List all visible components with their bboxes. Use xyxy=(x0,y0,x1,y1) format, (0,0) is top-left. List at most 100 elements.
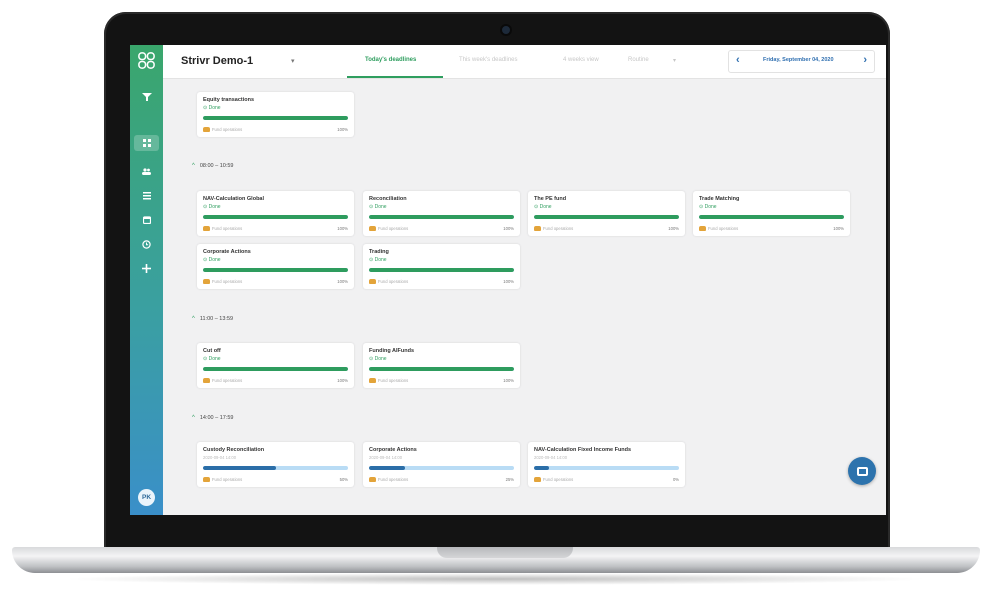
card-percent: 100% xyxy=(503,378,514,383)
task-card[interactable]: Reconciliation ⊙ Done Fund operations 100% xyxy=(363,191,520,236)
active-tab-indicator xyxy=(347,76,443,78)
card-title: Funding AIFunds xyxy=(369,348,415,354)
card-percent: 100% xyxy=(337,226,348,231)
section-header-midday[interactable]: ^ 11:00 – 13:59 xyxy=(192,316,233,322)
task-card[interactable]: Cut off ⊙ Done Fund operations 100% xyxy=(197,343,354,388)
task-card[interactable]: Corporate Actions ⊙ Done Fund operations 10… xyxy=(197,244,354,289)
chevron-up-icon[interactable]: ^ xyxy=(192,163,195,169)
card-title: The PE fund xyxy=(534,196,567,202)
date-picker[interactable]: ‹ Friday, September 04, 2020 › xyxy=(728,50,875,73)
person-icon xyxy=(534,477,541,482)
card-deadline: 2020-09-04 14:00 xyxy=(369,455,403,460)
app-logo-icon[interactable] xyxy=(137,51,156,70)
card-title: Trading xyxy=(369,249,389,255)
tab-routine[interactable]: Routine xyxy=(628,57,649,63)
card-title: Cut off xyxy=(203,348,221,354)
chevron-up-icon[interactable]: ^ xyxy=(192,415,195,421)
section-header-morning[interactable]: ^ 08:00 – 10:59 xyxy=(192,163,233,169)
sidebar: PK xyxy=(130,45,163,515)
card-title: NAV-Calculation Global xyxy=(203,196,265,202)
tab-this-weeks-deadlines[interactable]: This week's deadlines xyxy=(459,57,518,63)
dashboard-icon[interactable] xyxy=(134,135,159,151)
progress-fill xyxy=(369,268,514,272)
person-icon xyxy=(203,127,210,132)
clock-icon[interactable] xyxy=(130,236,163,252)
card-percent: 100% xyxy=(337,279,348,284)
users-icon[interactable] xyxy=(130,163,163,179)
list-icon[interactable] xyxy=(130,188,163,204)
task-card[interactable]: Trade Matching ⊙ Done Fund operations 100% xyxy=(693,191,850,236)
card-owner: Fund operations xyxy=(543,226,574,231)
status-done: ⊙ Done xyxy=(699,204,717,210)
card-owner: Fund operations xyxy=(212,279,243,284)
person-icon xyxy=(369,226,376,231)
progress-bar xyxy=(369,466,514,470)
plus-icon[interactable] xyxy=(130,260,163,276)
person-icon xyxy=(203,477,210,482)
chat-button[interactable] xyxy=(848,457,876,485)
status-done: ⊙ Done xyxy=(369,356,387,362)
progress-fill xyxy=(369,466,406,470)
task-card[interactable]: Trading ⊙ Done Fund operations 100% xyxy=(363,244,520,289)
filter-icon[interactable] xyxy=(130,89,163,105)
person-icon xyxy=(203,378,210,383)
person-icon xyxy=(534,226,541,231)
app-title[interactable]: Strivr Demo-1 xyxy=(181,55,253,67)
card-percent: 50% xyxy=(339,477,348,482)
progress-fill xyxy=(203,367,348,371)
card-owner: Fund operations xyxy=(378,279,409,284)
section-label: 08:00 – 10:59 xyxy=(199,163,234,169)
card-percent: 100% xyxy=(337,378,348,383)
chevron-up-icon[interactable]: ^ xyxy=(192,316,195,322)
task-card[interactable]: Equity transactions ⊙ Done Fund operations… xyxy=(197,92,354,137)
card-owner: Fund operations xyxy=(378,477,409,482)
person-icon xyxy=(203,279,210,284)
avatar[interactable]: PK xyxy=(138,489,155,506)
routine-dropdown-icon[interactable]: ▾ xyxy=(673,57,676,64)
progress-bar xyxy=(203,466,348,470)
progress-bar xyxy=(699,215,844,219)
progress-fill xyxy=(203,116,348,120)
card-percent: 100% xyxy=(833,226,844,231)
calendar-icon[interactable] xyxy=(130,212,163,228)
chevron-right-icon[interactable]: › xyxy=(863,54,867,66)
chat-icon xyxy=(856,466,868,476)
card-deadline: 2020-09-04 14:00 xyxy=(534,455,568,460)
task-card[interactable]: NAV-Calculation Global ⊙ Done Fund operati… xyxy=(197,191,354,236)
person-icon xyxy=(203,226,210,231)
chevron-down-icon[interactable]: ▾ xyxy=(291,57,295,65)
app-screen: PK Strivr Demo-1 ▾ Today's deadlines Thi… xyxy=(130,45,886,515)
progress-fill xyxy=(699,215,844,219)
card-percent: 100% xyxy=(503,226,514,231)
card-owner: Fund operations xyxy=(212,378,243,383)
card-percent: 0% xyxy=(672,477,679,482)
task-card[interactable]: Funding AIFunds ⊙ Done Fund operations 100% xyxy=(363,343,520,388)
card-owner: Fund operations xyxy=(212,477,243,482)
card-percent: 100% xyxy=(503,279,514,284)
progress-bar xyxy=(203,116,348,120)
progress-fill xyxy=(203,268,348,272)
tab-todays-deadlines[interactable]: Today's deadlines xyxy=(365,57,416,63)
card-title: NAV-Calculation Fixed Income Funds xyxy=(534,447,632,453)
task-card[interactable]: Corporate Actions 2020-09-04 14:00 Fund op… xyxy=(363,442,520,487)
date-label: Friday, September 04, 2020 xyxy=(763,57,834,63)
progress-fill xyxy=(203,466,276,470)
chevron-left-icon[interactable]: ‹ xyxy=(736,54,740,66)
task-card[interactable]: The PE fund ⊙ Done Fund operations 100% xyxy=(528,191,685,236)
card-owner: Fund operations xyxy=(708,226,739,231)
status-done: ⊙ Done xyxy=(203,257,221,263)
tab-4-weeks-view[interactable]: 4 weeks view xyxy=(563,57,599,63)
card-owner: Fund operations xyxy=(378,226,409,231)
status-done: ⊙ Done xyxy=(534,204,552,210)
card-title: Custody Reconciliation xyxy=(203,447,265,453)
progress-fill xyxy=(203,215,348,219)
card-title: Equity transactions xyxy=(203,97,255,103)
section-header-afternoon[interactable]: ^ 14:00 – 17:59 xyxy=(192,415,233,421)
card-title: Trade Matching xyxy=(699,196,740,202)
laptop-shadow xyxy=(60,573,930,585)
laptop-notch xyxy=(437,547,573,558)
task-card[interactable]: Custody Reconciliation 2020-09-04 14:00 Fu… xyxy=(197,442,354,487)
status-done: ⊙ Done xyxy=(369,257,387,263)
person-icon xyxy=(369,378,376,383)
task-card[interactable]: NAV-Calculation Fixed Income Funds 2020-0… xyxy=(528,442,685,487)
